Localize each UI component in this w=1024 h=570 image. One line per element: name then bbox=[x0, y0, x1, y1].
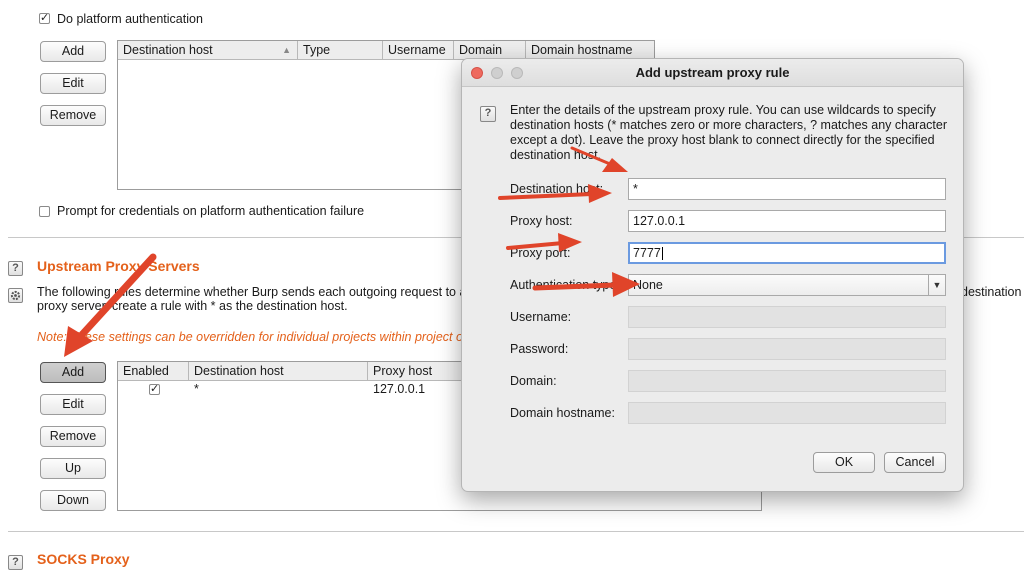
upstream-down-button[interactable]: Down bbox=[40, 490, 106, 511]
destination-host-label: Destination host: bbox=[510, 182, 604, 196]
upstream-section-title: Upstream Proxy Servers bbox=[37, 258, 200, 274]
gear-icon[interactable] bbox=[8, 288, 23, 303]
column-destination-host[interactable]: Destination host bbox=[189, 362, 368, 380]
section-divider bbox=[8, 531, 1024, 532]
cancel-button[interactable]: Cancel bbox=[884, 452, 946, 473]
column-domain[interactable]: Domain bbox=[454, 41, 526, 59]
row-proxy-host: 127.0.0.1 bbox=[373, 382, 426, 396]
domain-label: Domain: bbox=[510, 374, 557, 388]
username-input[interactable] bbox=[628, 306, 946, 328]
platform-edit-button[interactable]: Edit bbox=[40, 73, 106, 94]
prompt-credentials-checkbox[interactable] bbox=[39, 206, 50, 217]
prompt-credentials-label: Prompt for credentials on platform authe… bbox=[57, 204, 365, 218]
platform-auth-label: Do platform authentication bbox=[57, 12, 203, 26]
sort-ascending-icon: ▲ bbox=[282, 45, 291, 55]
authentication-type-label: Authentication type: bbox=[510, 278, 620, 292]
column-domain-hostname[interactable]: Domain hostname bbox=[526, 41, 656, 59]
help-icon[interactable]: ? bbox=[480, 106, 496, 122]
upstream-up-button[interactable]: Up bbox=[40, 458, 106, 479]
row-enabled-checkbox[interactable] bbox=[149, 382, 160, 395]
socks-section-title: SOCKS Proxy bbox=[37, 551, 130, 567]
proxy-port-label: Proxy port: bbox=[510, 246, 571, 260]
column-type[interactable]: Type bbox=[298, 41, 383, 59]
proxy-port-input[interactable]: 7777 bbox=[628, 242, 946, 264]
authentication-type-select[interactable]: None ▼ bbox=[628, 274, 946, 296]
dialog-title: Add upstream proxy rule bbox=[635, 65, 790, 80]
ok-button[interactable]: OK bbox=[813, 452, 875, 473]
help-icon[interactable]: ? bbox=[8, 261, 23, 276]
platform-auth-checkbox[interactable] bbox=[39, 11, 50, 24]
upstream-note: Note: These settings can be overridden f… bbox=[37, 330, 463, 344]
dialog-titlebar: Add upstream proxy rule bbox=[462, 59, 963, 87]
password-label: Password: bbox=[510, 342, 569, 356]
domain-input[interactable] bbox=[628, 370, 946, 392]
row-destination-host: * bbox=[194, 382, 199, 396]
upstream-description-line1: The following rules determine whether Bu… bbox=[37, 285, 467, 299]
text-cursor bbox=[661, 247, 663, 261]
proxy-host-input[interactable]: 127.0.0.1 bbox=[628, 210, 946, 232]
domain-hostname-input[interactable] bbox=[628, 402, 946, 424]
dropdown-arrow-icon[interactable]: ▼ bbox=[928, 275, 945, 295]
username-label: Username: bbox=[510, 310, 572, 324]
upstream-edit-button[interactable]: Edit bbox=[40, 394, 106, 415]
column-username[interactable]: Username bbox=[383, 41, 454, 59]
upstream-description-right: destination ho bbox=[961, 285, 1024, 299]
proxy-host-label: Proxy host: bbox=[510, 214, 573, 228]
domain-hostname-label: Domain hostname: bbox=[510, 406, 615, 420]
platform-remove-button[interactable]: Remove bbox=[40, 105, 106, 126]
platform-add-button[interactable]: Add bbox=[40, 41, 106, 62]
help-icon[interactable]: ? bbox=[8, 555, 23, 570]
column-destination-host[interactable]: Destination host ▲ bbox=[118, 41, 298, 59]
column-enabled[interactable]: Enabled bbox=[118, 362, 189, 380]
password-input[interactable] bbox=[628, 338, 946, 360]
dialog-description: Enter the details of the upstream proxy … bbox=[510, 103, 947, 162]
destination-host-input[interactable]: * bbox=[628, 178, 946, 200]
add-upstream-proxy-dialog: Add upstream proxy rule ? Enter the deta… bbox=[461, 58, 964, 492]
upstream-add-button[interactable]: Add bbox=[40, 362, 106, 383]
upstream-remove-button[interactable]: Remove bbox=[40, 426, 106, 447]
upstream-description-line2: proxy server, create a rule with * as th… bbox=[37, 299, 348, 313]
